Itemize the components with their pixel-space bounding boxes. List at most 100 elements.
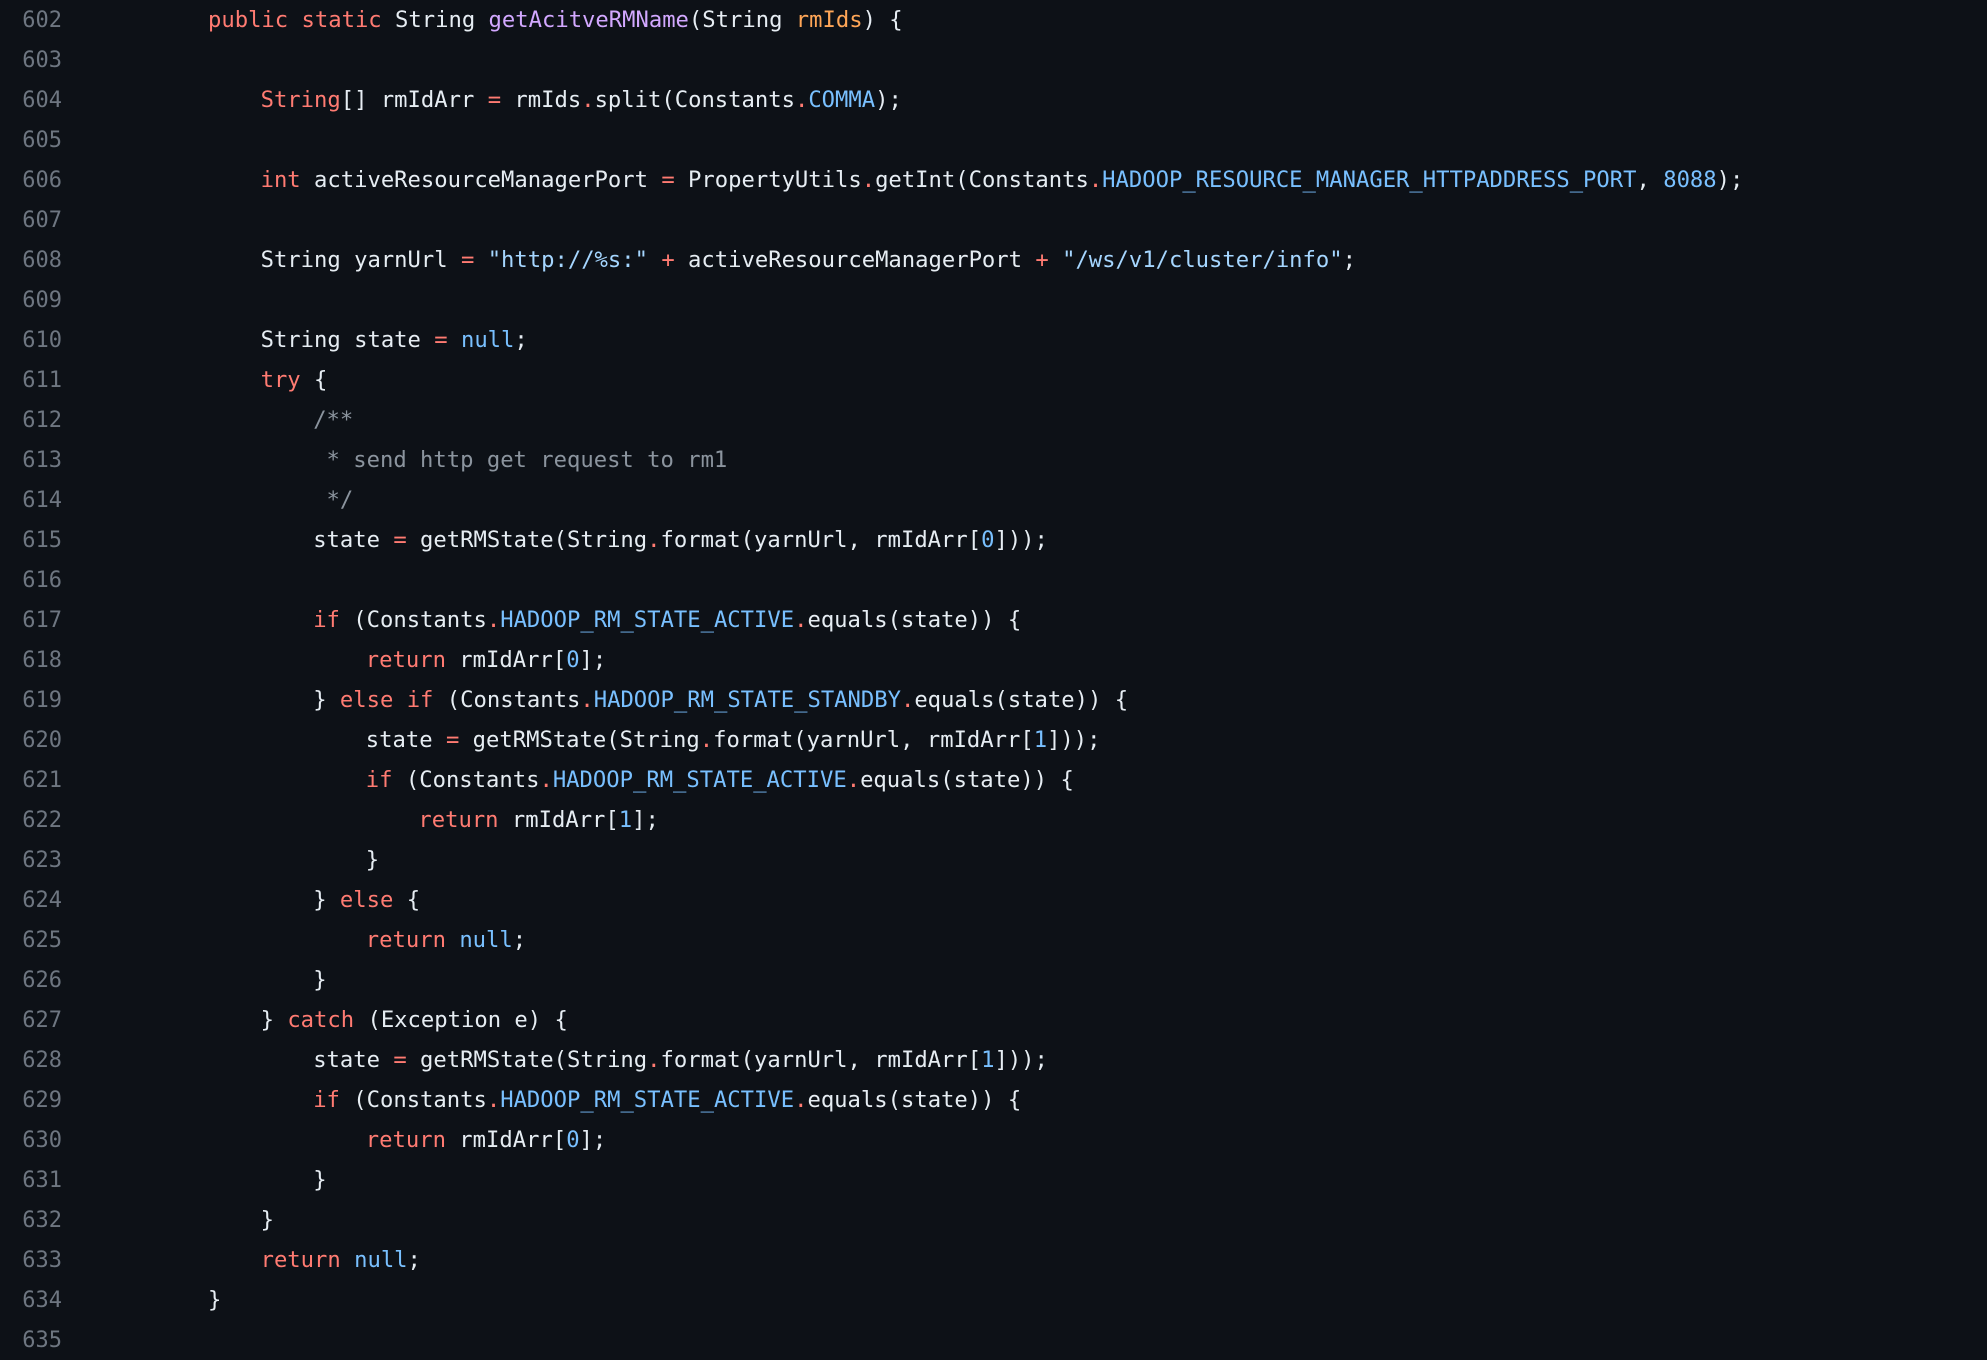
line-code: state = getRMState(String.format(yarnUrl…	[366, 727, 1101, 753]
line-code: state = getRMState(String.format(yarnUrl…	[313, 1047, 1048, 1073]
code-line: 618 return rmIdArr[0];	[0, 640, 1987, 680]
line-number[interactable]: 610	[0, 328, 62, 353]
line-number[interactable]: 613	[0, 448, 62, 473]
line-number[interactable]: 615	[0, 528, 62, 553]
line-number[interactable]: 605	[0, 128, 62, 153]
line-number[interactable]: 606	[0, 168, 62, 193]
code-token: HADOOP_RESOURCE_MANAGER_HTTPADDRESS_PORT	[1102, 167, 1637, 193]
line-number[interactable]: 624	[0, 888, 62, 913]
code-token: HADOOP_RM_STATE_ACTIVE	[500, 1087, 795, 1113]
line-code: return rmIdArr[0];	[366, 1127, 606, 1153]
line-number[interactable]: 609	[0, 288, 62, 313]
code-line: 619 } else if (Constants.HADOOP_RM_STATE_…	[0, 680, 1987, 720]
line-code: }	[208, 1287, 221, 1313]
line-number[interactable]: 635	[0, 1328, 62, 1353]
code-token: (String	[688, 7, 796, 33]
code-viewer[interactable]: 602 public static String getAcitveRMName(…	[0, 0, 1987, 1353]
line-number[interactable]: 608	[0, 248, 62, 273]
code-token: */	[313, 487, 354, 513]
code-token: }	[313, 1167, 327, 1193]
line-number[interactable]: 623	[0, 848, 62, 873]
code-token: .	[647, 1047, 661, 1073]
code-token: format(yarnUrl, rmIdArr[	[660, 527, 982, 553]
line-number[interactable]: 621	[0, 768, 62, 793]
code-token: activeResourceManagerPort	[674, 247, 1036, 273]
line-number[interactable]: 628	[0, 1048, 62, 1073]
code-line: 633 return null;	[0, 1240, 1987, 1280]
code-token: 0	[566, 1127, 580, 1153]
code-line: 623}	[0, 840, 1987, 880]
line-number[interactable]: 607	[0, 208, 62, 233]
code-token: (Constants	[433, 687, 581, 713]
code-token: activeResourceManagerPort	[300, 167, 662, 193]
line-number[interactable]: 620	[0, 728, 62, 753]
line-number[interactable]: 630	[0, 1128, 62, 1153]
line-code: }	[366, 847, 379, 873]
line-number[interactable]: 627	[0, 1008, 62, 1033]
line-number[interactable]: 603	[0, 48, 62, 73]
code-token: =	[434, 327, 448, 353]
code-token: return	[365, 927, 446, 953]
code-token: format(yarnUrl, rmIdArr[	[660, 1047, 982, 1073]
line-number[interactable]: 631	[0, 1168, 62, 1193]
code-token: /**	[313, 407, 354, 433]
code-token: =	[661, 167, 675, 193]
code-token: .	[647, 527, 661, 553]
code-line: 617 if (Constants.HADOOP_RM_STATE_ACTIVE.…	[0, 600, 1987, 640]
code-line: 603	[0, 40, 1987, 80]
code-token: null	[459, 927, 513, 953]
line-number[interactable]: 614	[0, 488, 62, 513]
line-number[interactable]: 629	[0, 1088, 62, 1113]
line-number[interactable]: 626	[0, 968, 62, 993]
code-line: 635	[0, 1320, 1987, 1360]
code-token: ]));	[994, 527, 1048, 553]
line-code: }	[313, 1167, 326, 1193]
code-token: int	[260, 167, 301, 193]
line-code: } else if (Constants.HADOOP_RM_STATE_STA…	[313, 687, 1128, 713]
line-number[interactable]: 634	[0, 1288, 62, 1313]
code-token: =	[393, 1047, 407, 1073]
code-token: format(yarnUrl, rmIdArr[	[713, 727, 1034, 753]
code-line: 613 * send http get request to rm1	[0, 440, 1987, 480]
line-code: } else {	[313, 887, 420, 913]
code-token: {	[300, 367, 328, 393]
line-number[interactable]: 625	[0, 928, 62, 953]
code-token: .	[794, 87, 809, 113]
code-line: 624 } else {	[0, 880, 1987, 920]
code-line: 626}	[0, 960, 1987, 1000]
line-number[interactable]: 632	[0, 1208, 62, 1233]
line-number[interactable]: 602	[0, 8, 62, 33]
line-number[interactable]: 612	[0, 408, 62, 433]
line-number[interactable]: 633	[0, 1248, 62, 1273]
code-token: );	[875, 87, 902, 113]
code-token: 0	[981, 527, 995, 553]
code-token: }	[208, 1287, 222, 1313]
line-number[interactable]: 619	[0, 688, 62, 713]
line-number[interactable]: 622	[0, 808, 62, 833]
line-number[interactable]: 611	[0, 368, 62, 393]
line-code: */	[313, 487, 354, 513]
line-number[interactable]: 618	[0, 648, 62, 673]
code-token: state	[313, 1047, 394, 1073]
code-line: 634}	[0, 1280, 1987, 1320]
code-token: if	[365, 767, 393, 793]
line-code: return null;	[261, 1247, 421, 1273]
code-token: if	[313, 1087, 340, 1113]
line-number[interactable]: 604	[0, 88, 62, 113]
line-code: if (Constants.HADOOP_RM_STATE_ACTIVE.equ…	[366, 767, 1074, 793]
code-token: }	[260, 1207, 274, 1233]
code-token: .	[486, 1087, 501, 1113]
code-token: =	[445, 727, 460, 753]
code-line: 606 int activeResourceManagerPort = Prope…	[0, 160, 1987, 200]
code-token: .	[900, 687, 915, 713]
code-line: 610 String state = null;	[0, 320, 1987, 360]
line-number[interactable]: 616	[0, 568, 62, 593]
code-token: rmIds	[501, 87, 582, 113]
code-token: String state	[260, 327, 435, 353]
code-token: HADOOP_RM_STATE_STANDBY	[593, 687, 901, 713]
code-line: 605	[0, 120, 1987, 160]
code-token: else	[339, 687, 394, 713]
line-number[interactable]: 617	[0, 608, 62, 633]
code-line: 614 */	[0, 480, 1987, 520]
